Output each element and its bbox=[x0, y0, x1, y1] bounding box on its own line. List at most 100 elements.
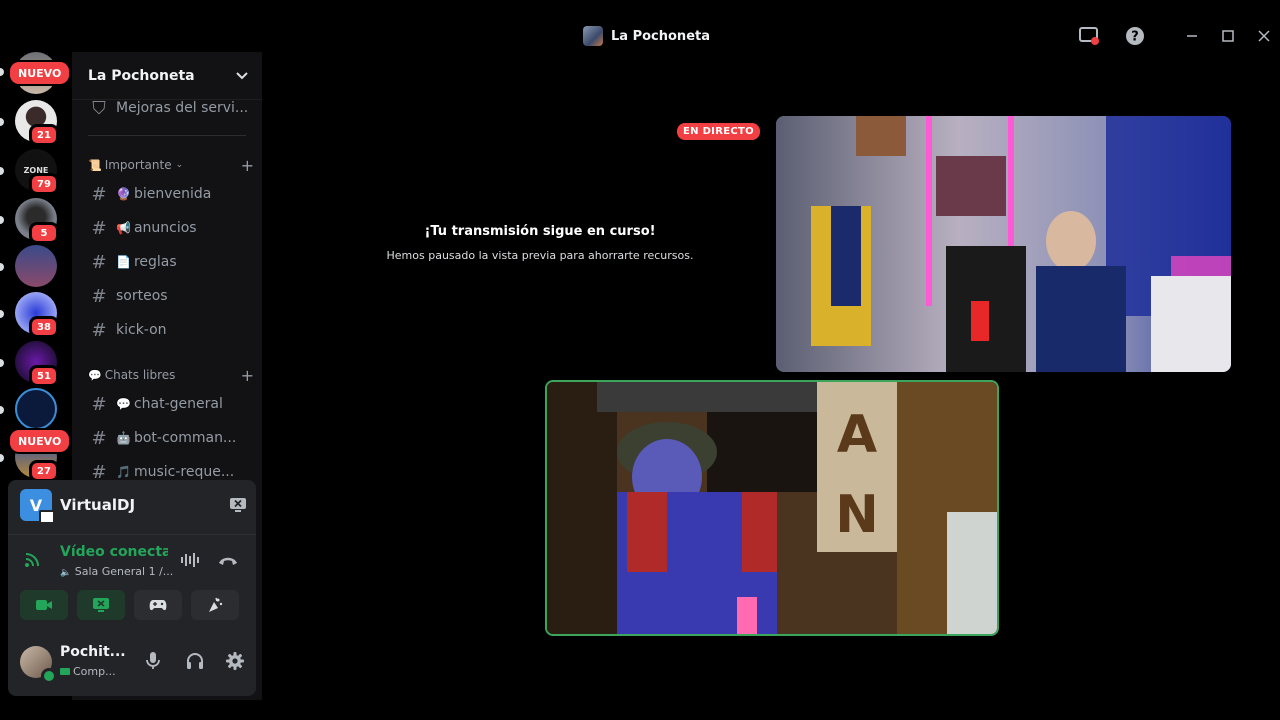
server-icon-7[interactable]: 51 bbox=[15, 341, 59, 387]
channel-label: Mejoras del servi... bbox=[116, 100, 249, 116]
mention-badge: 27 bbox=[29, 460, 59, 482]
hash-icon: # bbox=[91, 251, 107, 273]
minimize-icon[interactable] bbox=[1181, 26, 1203, 46]
server-icon-2[interactable]: 21 bbox=[15, 100, 59, 146]
category-importante[interactable]: 📜 Importante ⌄ + bbox=[88, 155, 254, 175]
video-feed: A N bbox=[547, 382, 997, 634]
divider bbox=[8, 534, 256, 535]
server-icon-5[interactable] bbox=[15, 245, 57, 287]
unread-pill bbox=[0, 167, 4, 175]
channel-label: kick-on bbox=[116, 322, 167, 338]
new-badge: NUEVO bbox=[8, 60, 72, 86]
server-name: La Pochoneta bbox=[88, 67, 195, 84]
plus-icon[interactable]: + bbox=[241, 156, 254, 175]
hash-icon: # bbox=[91, 427, 107, 449]
stop-stream-icon[interactable] bbox=[228, 496, 248, 514]
channel-mejoras[interactable]: ⛉ Mejoras del servi... bbox=[80, 93, 256, 123]
channel-label: anuncios bbox=[133, 220, 197, 236]
soundboard-icon[interactable] bbox=[180, 552, 200, 572]
channel-label: music-reque... bbox=[133, 464, 235, 480]
top-letterbox bbox=[0, 0, 1280, 20]
channel-kick-on[interactable]: # kick-on bbox=[80, 315, 256, 345]
screen-share-icon[interactable] bbox=[1078, 26, 1100, 46]
category-chats-libres[interactable]: 💬 Chats libres + bbox=[88, 365, 254, 385]
channel-emoji: 🎵 bbox=[116, 465, 131, 479]
voice-actions bbox=[20, 590, 248, 620]
chat-bubble-icon: 💬 bbox=[88, 368, 102, 382]
svg-text:?: ? bbox=[1131, 30, 1139, 45]
svg-text:A: A bbox=[837, 405, 877, 465]
voice-room-label: Sala General 1 /... bbox=[74, 565, 174, 578]
disconnect-icon[interactable] bbox=[218, 552, 238, 571]
unread-pill bbox=[0, 310, 4, 318]
channel-reglas[interactable]: # 📄 reglas bbox=[80, 247, 256, 277]
maximize-icon[interactable] bbox=[1217, 26, 1239, 46]
channel-bienvenida[interactable]: # 🔮 bienvenida bbox=[80, 179, 256, 209]
unread-pill bbox=[0, 359, 4, 367]
user-status-label: Comp... bbox=[73, 665, 116, 678]
window-title-text: La Pochoneta bbox=[611, 28, 710, 44]
share-screen-button[interactable] bbox=[77, 590, 125, 620]
hash-icon: # bbox=[91, 183, 107, 205]
channel-emoji: 💬 bbox=[116, 397, 131, 411]
unread-pill bbox=[0, 118, 4, 126]
category-label: Chats libres bbox=[104, 368, 176, 382]
server-icon-4[interactable]: 5 bbox=[15, 198, 59, 244]
server-icon-8[interactable] bbox=[15, 388, 57, 430]
video-tile-streamer[interactable] bbox=[776, 116, 1231, 372]
unread-pill bbox=[0, 454, 4, 462]
server-avatar bbox=[583, 26, 603, 46]
voice-room[interactable]: 🔈 Sala General 1 /... bbox=[60, 565, 173, 578]
voice-user-panel: V VirtualDJ Vídeo conectado 🔈 Sala Gener… bbox=[8, 480, 256, 696]
shield-icon: ⛉ bbox=[92, 97, 106, 119]
mic-icon[interactable] bbox=[146, 652, 160, 675]
effects-button[interactable] bbox=[191, 590, 239, 620]
channel-emoji: 🤖 bbox=[116, 431, 131, 445]
channel-emoji: 📄 bbox=[116, 255, 131, 269]
hash-icon: # bbox=[91, 319, 107, 341]
activity-button[interactable] bbox=[134, 590, 182, 620]
new-badge: NUEVO bbox=[8, 428, 72, 454]
divider bbox=[88, 135, 246, 136]
signal-icon[interactable] bbox=[24, 550, 42, 573]
server-icon-3[interactable]: ZONE 79 bbox=[15, 149, 59, 195]
plus-icon[interactable]: + bbox=[241, 366, 254, 385]
bottom-letterbox bbox=[0, 700, 1280, 720]
user-name: Pochit... bbox=[60, 644, 126, 660]
app-activity-row[interactable]: V VirtualDJ bbox=[20, 488, 248, 524]
share-screen-icon bbox=[93, 598, 109, 612]
window-title: La Pochoneta bbox=[583, 26, 710, 46]
unread-pill bbox=[0, 263, 4, 271]
streaming-icon bbox=[60, 668, 70, 675]
headphones-icon[interactable] bbox=[186, 652, 204, 675]
paused-subtitle: Hemos pausado la vista previa para ahorr… bbox=[386, 249, 694, 262]
channel-sorteos[interactable]: # sorteos bbox=[80, 281, 256, 311]
channel-anuncios[interactable]: # 📢 anuncios bbox=[80, 213, 256, 243]
voice-connection: Vídeo conectado 🔈 Sala General 1 /... bbox=[20, 540, 248, 584]
user-row[interactable]: Pochit... Comp... bbox=[20, 640, 248, 684]
hash-icon: # bbox=[91, 393, 107, 415]
mention-badge: 51 bbox=[29, 365, 59, 387]
channel-bot-commands[interactable]: # 🤖 bot-comman... bbox=[80, 423, 256, 453]
video-tile-speaking[interactable]: A N bbox=[545, 380, 999, 636]
app-name: VirtualDJ bbox=[60, 496, 136, 514]
channel-emoji: 🔮 bbox=[116, 187, 131, 201]
unread-pill bbox=[0, 68, 4, 76]
channel-chat-general[interactable]: # 💬 chat-general bbox=[80, 389, 256, 419]
title-bar: La Pochoneta ? bbox=[0, 20, 1280, 52]
server-icon-6[interactable]: 38 bbox=[15, 292, 59, 338]
video-feed bbox=[776, 116, 1231, 372]
voice-status: Vídeo conectado bbox=[60, 544, 168, 560]
hash-icon: # bbox=[91, 285, 107, 307]
channel-label: chat-general bbox=[133, 396, 223, 412]
speaker-icon: 🔈 bbox=[60, 568, 72, 578]
unread-pill bbox=[0, 406, 4, 414]
gear-icon[interactable] bbox=[226, 652, 244, 675]
mention-badge: 5 bbox=[29, 222, 59, 244]
help-icon[interactable]: ? bbox=[1124, 26, 1146, 46]
channel-emoji: 📢 bbox=[116, 221, 131, 235]
live-badge: EN DIRECTO bbox=[677, 123, 760, 140]
camera-button[interactable] bbox=[20, 590, 68, 620]
close-icon[interactable] bbox=[1253, 26, 1275, 46]
online-status-dot bbox=[41, 668, 57, 684]
